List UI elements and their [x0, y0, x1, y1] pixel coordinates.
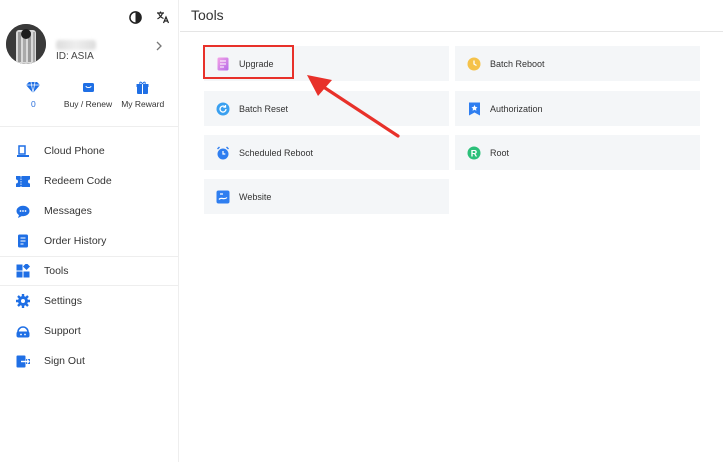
annotation-arrow — [307, 75, 400, 138]
